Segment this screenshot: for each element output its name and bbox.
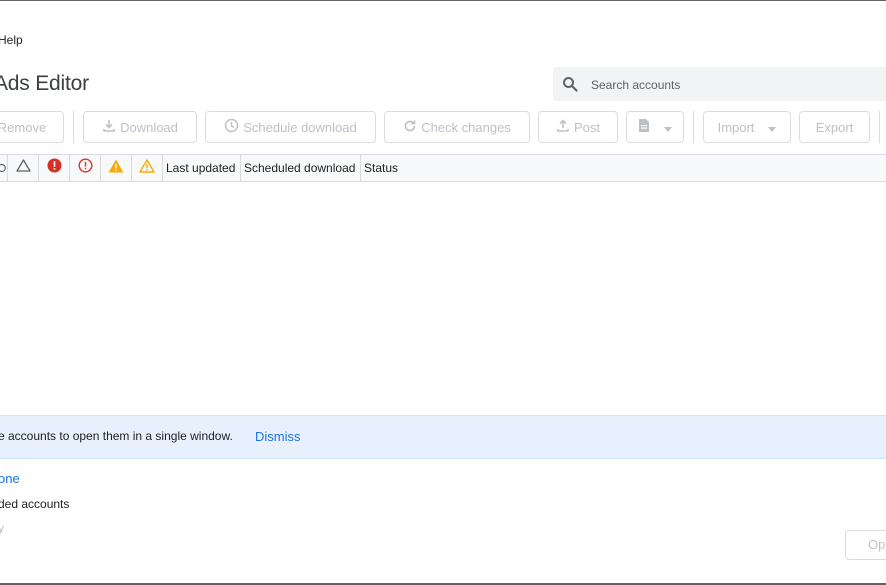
warning-filled-icon [108,159,124,178]
download-icon [102,119,116,136]
faint-label: y [0,521,4,535]
export-label: Export [815,119,854,135]
page-title: Ads Editor [0,72,89,95]
file-menu-button[interactable] [626,111,684,143]
toolbar-divider [879,111,880,143]
import-button[interactable]: Import [703,111,791,143]
window-top-border [0,0,886,1]
column-header-warnings[interactable] [8,155,39,181]
dismiss-link[interactable]: Dismiss [255,429,301,444]
check-changes-button[interactable]: Check changes [384,111,530,143]
post-label: Post [573,119,600,135]
download-button[interactable]: Download [83,111,197,143]
refresh-icon [403,119,417,136]
schedule-download-button[interactable]: Schedule download [205,111,376,143]
chevron-down-icon [664,120,672,135]
toolbar-divider [693,111,694,143]
column-header-last-updated[interactable]: Last updated [163,155,241,181]
check-changes-label: Check changes [421,119,511,135]
column-header-scheduled-download[interactable]: Scheduled download [241,155,361,181]
search-box[interactable] [553,67,886,103]
search-input[interactable] [589,67,883,103]
search-icon [562,76,578,92]
column-header-warnings-outline[interactable] [132,155,163,181]
column-header-errors[interactable] [39,155,70,181]
menu-help[interactable]: Help [0,33,23,47]
chevron-down-icon [768,120,777,135]
toolbar-divider [73,111,74,143]
accounts-table-body [0,181,886,415]
error-outline-icon [77,158,93,178]
error-filled-icon [47,158,62,178]
remove-label: Remove [0,119,47,135]
import-label: Import [717,119,755,135]
remove-button[interactable]: Remove [0,111,64,143]
export-button[interactable]: Export [799,111,870,143]
banner-message: e accounts to open them in a single wind… [0,429,233,443]
upload-icon [556,118,570,136]
document-icon [638,118,650,136]
column-header-status[interactable]: Status [361,155,886,181]
warning-outline-yellow-icon [139,158,155,178]
schedule-download-label: Schedule download [243,119,357,135]
post-button[interactable]: Post [538,111,618,143]
warning-outline-icon [15,159,31,177]
accounts-table-header: Last updated Scheduled download Status [0,154,886,182]
column-header-warnings-filled[interactable] [101,155,132,181]
clock-icon [224,118,239,136]
downloaded-accounts-label[interactable]: ded accounts [0,497,69,511]
info-banner: e accounts to open them in a single wind… [0,415,886,459]
column-header-partial[interactable] [0,155,8,181]
select-none-link[interactable]: one [0,471,20,486]
column-header-errors-outline[interactable] [70,155,101,181]
open-button[interactable]: Op [845,530,886,560]
download-label: Download [120,119,178,135]
